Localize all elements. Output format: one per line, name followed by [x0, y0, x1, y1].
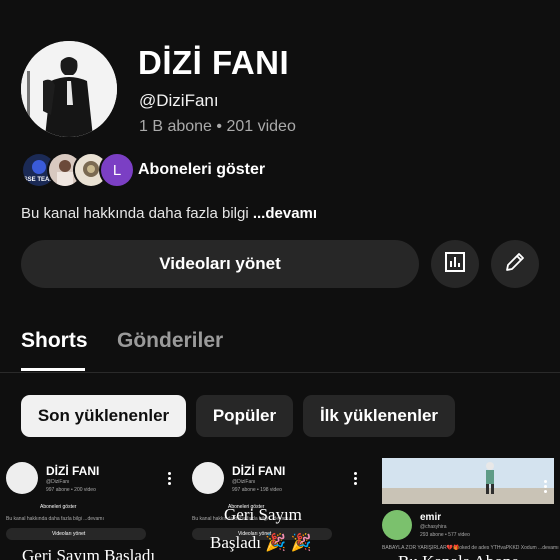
about-more-link[interactable]: ...devamı — [253, 205, 317, 222]
more-options-icon[interactable] — [544, 478, 548, 495]
mini-avatar — [192, 462, 224, 494]
edit-channel-button[interactable] — [491, 240, 539, 288]
show-subscribers-link[interactable]: Aboneleri göster — [138, 161, 265, 179]
pencil-icon — [503, 250, 527, 279]
analytics-button[interactable] — [431, 240, 479, 288]
filter-popular[interactable]: Popüler — [196, 395, 293, 437]
channel-about[interactable]: Bu kanal hakkında daha fazla bilgi ...de… — [21, 205, 317, 222]
manage-videos-button[interactable]: Videoları yönet — [21, 240, 419, 288]
tab-posts[interactable]: Gönderiler — [117, 329, 223, 353]
bar-chart-icon — [443, 250, 467, 279]
channel-banner — [382, 458, 554, 504]
filter-oldest[interactable]: İlk yüklenenler — [303, 395, 455, 437]
tab-shorts[interactable]: Shorts — [21, 329, 88, 353]
short-thumbnail[interactable]: emir @chasyhira 293 abone • 577 video BA… — [376, 458, 560, 560]
subscriber-avatars[interactable]: SSE TEAM L — [21, 152, 135, 188]
channel-title: DİZİ FANI — [138, 44, 290, 81]
active-tab-indicator — [21, 368, 85, 371]
about-text: Bu kanal hakkında daha fazla bilgi — [21, 205, 249, 222]
filter-latest[interactable]: Son yüklenenler — [21, 395, 186, 437]
more-options-icon[interactable] — [354, 470, 358, 487]
mini-avatar — [6, 462, 38, 494]
more-options-icon[interactable] — [168, 470, 172, 487]
mini-avatar — [382, 510, 412, 540]
subscriber-avatar: L — [99, 152, 135, 188]
channel-tabs: Shorts Gönderiler — [0, 320, 560, 373]
short-thumbnail[interactable]: DİZİ FANI @DiziFanı 997 abone • 200 vide… — [0, 458, 184, 560]
short-thumbnail[interactable]: DİZİ FANI @DiziFanı 997 abone • 198 vide… — [188, 458, 372, 560]
channel-handle: @DiziFanı — [139, 91, 219, 110]
channel-avatar[interactable] — [21, 41, 117, 137]
channel-stats: 1 B abone • 201 video — [139, 118, 296, 135]
